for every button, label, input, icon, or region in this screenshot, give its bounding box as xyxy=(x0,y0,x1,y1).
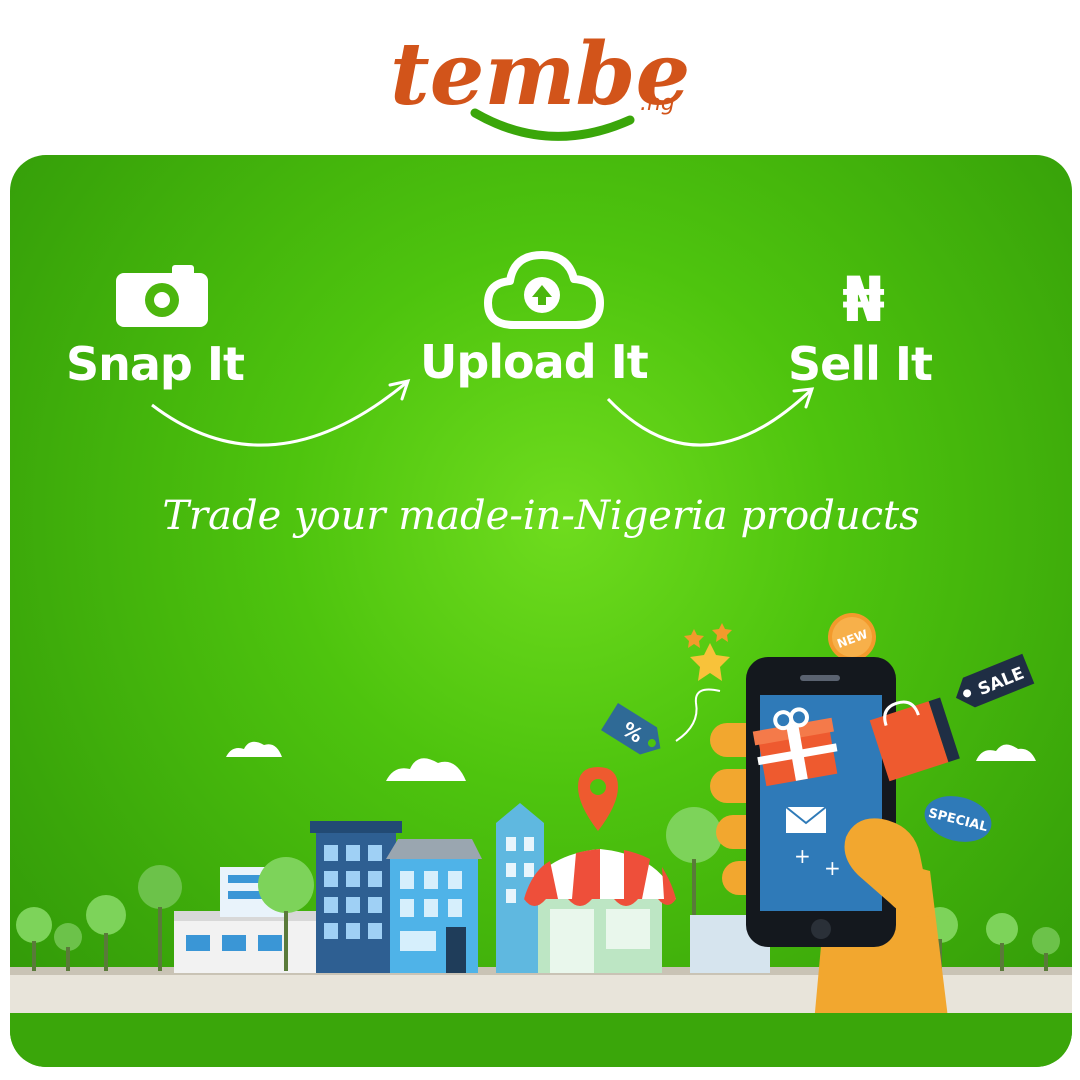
new-badge: NEW xyxy=(828,613,876,661)
tree-decoration xyxy=(258,857,314,913)
star-decoration xyxy=(684,623,732,681)
discount-tag: % xyxy=(601,703,661,755)
tree-decoration xyxy=(666,807,722,863)
plus-icon: + xyxy=(794,844,811,868)
plus-icon: + xyxy=(824,856,841,880)
sale-tag: SALE xyxy=(955,653,1035,708)
tembe-logo: tembe .ng xyxy=(380,18,710,148)
logo-suffix: .ng xyxy=(640,91,675,116)
building-light-blue xyxy=(386,839,482,973)
special-badge: SPECIAL xyxy=(924,796,992,842)
location-pin-icon xyxy=(578,767,618,831)
shop-storefront xyxy=(524,849,676,973)
town-illustration: % NEW SALE SPECIAL + + xyxy=(10,613,1072,1067)
building-navy xyxy=(310,821,402,973)
hero-panel: Snap It Upload It ₦ Sell It Trade your m… xyxy=(10,155,1072,1067)
envelope-icon xyxy=(785,806,827,833)
